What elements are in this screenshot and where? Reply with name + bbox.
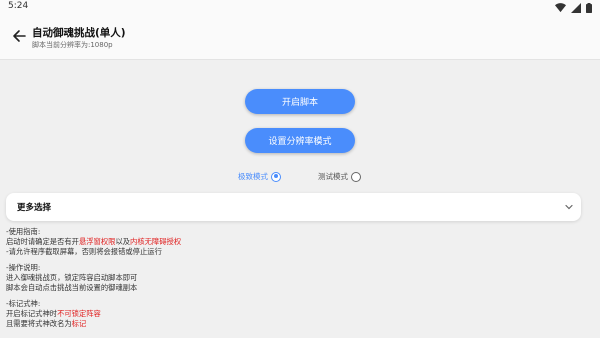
radio-unselected-icon[interactable] (351, 171, 361, 182)
usage-line-1: 启动时请确定是否有开悬浮窗权限以及内核无障碍授权 (6, 237, 181, 247)
no-lock-lineup-text: 不可锁定阵容 (57, 309, 101, 318)
arrow-left-icon[interactable] (12, 29, 26, 43)
mark-text: 且需要将式神改名为 (6, 319, 72, 328)
mark-title: -标记式神: (6, 299, 41, 308)
page-subtitle: 脚本当前分辨率为:1080p (32, 41, 113, 49)
usage-text: 以及 (115, 237, 131, 246)
mark-text: 开启标记式神时 (6, 309, 58, 318)
usage-text: 启动时请确定是否有开 (6, 237, 79, 246)
accessibility-permission-text: 内核无障碍授权 (130, 237, 182, 246)
operation-title: -操作说明: (6, 263, 41, 272)
floating-window-permission-text: 悬浮窗权限 (78, 237, 116, 246)
radio-selected-icon[interactable] (271, 171, 281, 182)
app-bar: 自动御魂挑战(单人) 脚本当前分辨率为:1080p (0, 16, 600, 60)
chevron-down-icon[interactable] (563, 201, 575, 213)
set-resolution-button[interactable]: 设置分辨率模式 (245, 128, 355, 153)
status-icons (555, 2, 592, 13)
usage-title: -使用指南: (6, 227, 41, 236)
mode-option-extreme[interactable]: 极致模式 (238, 171, 281, 182)
more-options-panel[interactable]: 更多选择 (6, 193, 581, 221)
mark-line-2: 且需要将式神改名为标记 (6, 319, 181, 329)
signal-icon (571, 2, 581, 13)
status-time: 5:24 (8, 1, 29, 11)
operation-line-1: 进入御魂挑战页，锁定阵容启动脚本即可 (6, 273, 138, 282)
mode-option-label: 极致模式 (238, 172, 268, 181)
more-options-label: 更多选择 (17, 203, 52, 213)
instructions-text: -使用指南: 启动时请确定是否有开悬浮窗权限以及内核无障碍授权 -请允许程序截取… (6, 227, 181, 329)
operation-line-2: 脚本会自动点击挑战当前设置的御魂副本 (6, 283, 138, 292)
start-script-button[interactable]: 开启脚本 (245, 89, 355, 114)
mode-option-label: 测试模式 (318, 172, 348, 181)
status-bar: 5:24 (0, 0, 600, 16)
mark-name-text: 标记 (71, 319, 87, 328)
wifi-icon (555, 3, 566, 13)
mode-option-test[interactable]: 测试模式 (318, 171, 361, 182)
battery-icon (586, 2, 592, 13)
usage-line-2: -请允许程序截取屏幕，否则将会报错或停止运行 (6, 247, 162, 256)
page-title: 自动御魂挑战(单人) (32, 27, 126, 39)
mark-line-1: 开启标记式神时不可锁定阵容 (6, 309, 181, 319)
